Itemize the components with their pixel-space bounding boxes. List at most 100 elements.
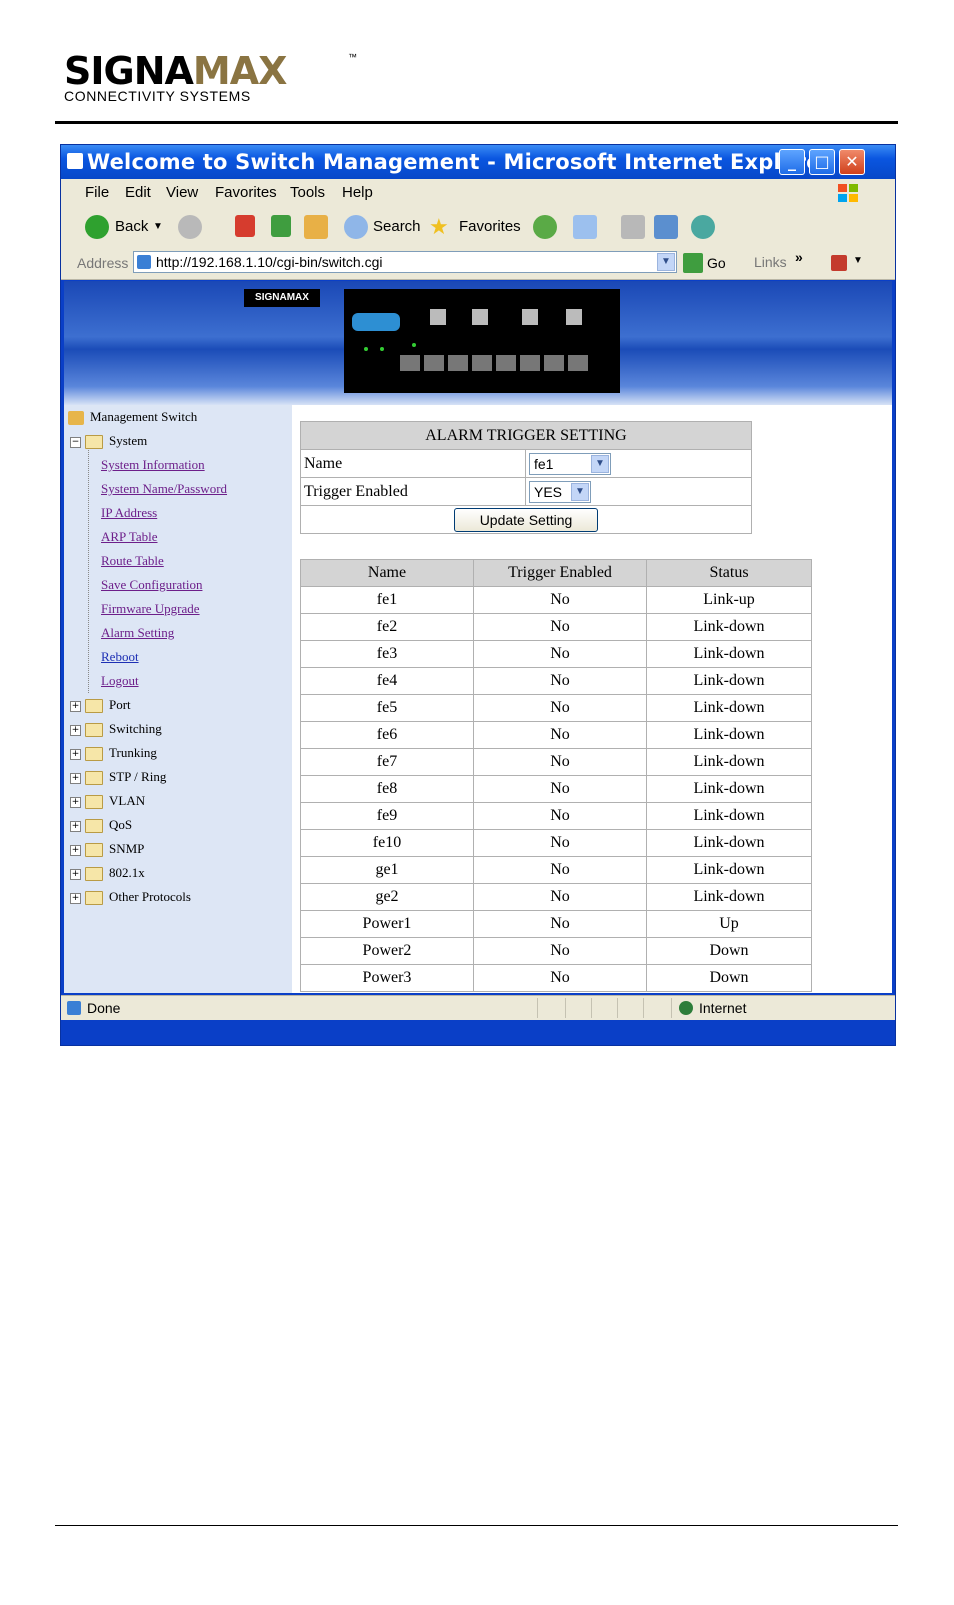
nav-route-table[interactable]: Route Table xyxy=(101,551,164,571)
nav-system-information[interactable]: System Information xyxy=(101,455,205,475)
tree-folder-snmp[interactable]: + SNMP xyxy=(70,839,144,859)
favorites-star-icon[interactable]: ★ xyxy=(429,215,449,239)
navigation-tree: Management Switch − System System Informa… xyxy=(64,405,292,993)
tree-folder-port[interactable]: + Port xyxy=(70,695,131,715)
expand-icon[interactable]: + xyxy=(70,844,81,856)
name-select[interactable]: fe1 ▼ xyxy=(529,452,611,475)
cell-status: Link-down xyxy=(646,640,812,668)
nav-arp-table[interactable]: ARP Table xyxy=(101,527,158,547)
cell-name: ge2 xyxy=(300,883,474,911)
cell-name: fe2 xyxy=(300,613,474,641)
nav-system-name-password[interactable]: System Name/Password xyxy=(101,479,227,499)
switch-banner: SIGNAMAX xyxy=(64,281,892,405)
expand-icon[interactable]: + xyxy=(70,772,81,784)
cell-status: Link-down xyxy=(646,667,812,695)
print-icon[interactable] xyxy=(621,215,645,239)
nav-logout[interactable]: Logout xyxy=(101,671,139,691)
table-row: ge1 No Link-down xyxy=(300,856,812,884)
browser-window: Welcome to Switch Management - Microsoft… xyxy=(60,144,896,1046)
alarm-form-title: ALARM TRIGGER SETTING xyxy=(300,421,752,450)
favorites-button-label[interactable]: Favorites xyxy=(459,215,521,239)
history-icon[interactable] xyxy=(533,215,557,239)
collapse-icon[interactable]: − xyxy=(70,436,81,448)
search-button-label[interactable]: Search xyxy=(373,215,421,239)
back-dropdown-icon[interactable]: ▼ xyxy=(153,215,163,239)
table-row: fe1 No Link-up xyxy=(300,586,812,614)
cell-name: Power3 xyxy=(300,964,474,992)
address-url[interactable]: http://192.168.1.10/cgi-bin/switch.cgi xyxy=(156,254,382,270)
status-divider xyxy=(537,998,538,1018)
messenger-icon[interactable] xyxy=(691,215,715,239)
address-dropdown-icon[interactable]: ▼ xyxy=(657,253,675,271)
expand-icon[interactable]: + xyxy=(70,724,81,736)
nav-alarm-setting[interactable]: Alarm Setting xyxy=(101,623,174,643)
cell-name: fe7 xyxy=(300,748,474,776)
folder-icon xyxy=(85,747,103,762)
expand-icon[interactable]: + xyxy=(70,748,81,760)
cell-status: Link-down xyxy=(646,694,812,722)
status-divider xyxy=(591,998,592,1018)
chevron-down-icon[interactable]: ▼ xyxy=(571,482,589,501)
menu-favorites[interactable]: Favorites xyxy=(215,184,277,201)
go-arrow-icon[interactable] xyxy=(683,253,703,273)
tree-root[interactable]: Management Switch xyxy=(68,407,197,427)
menu-edit[interactable]: Edit xyxy=(125,184,151,201)
title-bar[interactable]: Welcome to Switch Management - Microsoft… xyxy=(61,145,895,179)
maximize-button[interactable]: □ xyxy=(809,149,835,175)
trigger-enabled-select[interactable]: YES ▼ xyxy=(529,480,591,503)
menu-tools[interactable]: Tools xyxy=(290,184,325,201)
nav-firmware-upgrade[interactable]: Firmware Upgrade xyxy=(101,599,200,619)
tree-folder-qos[interactable]: + QoS xyxy=(70,815,132,835)
window-title: Welcome to Switch Management - Microsoft… xyxy=(87,150,832,174)
refresh-icon[interactable] xyxy=(271,215,291,237)
tree-folder-label: Port xyxy=(109,697,131,712)
chevron-down-icon[interactable]: ▼ xyxy=(591,454,609,473)
address-input[interactable]: http://192.168.1.10/cgi-bin/switch.cgi ▼ xyxy=(133,251,677,273)
cell-status: Down xyxy=(646,964,812,992)
update-cell: Update Setting xyxy=(300,505,752,534)
search-icon[interactable] xyxy=(344,215,368,239)
mail-icon[interactable] xyxy=(573,215,597,239)
nav-reboot[interactable]: Reboot xyxy=(101,647,139,667)
cell-status: Link-down xyxy=(646,802,812,830)
tree-folder-switching[interactable]: + Switching xyxy=(70,719,162,739)
links-chevron-icon[interactable]: » xyxy=(795,249,803,265)
home-icon[interactable] xyxy=(304,215,328,239)
menu-view[interactable]: View xyxy=(166,184,198,201)
table-row: fe7 No Link-down xyxy=(300,748,812,776)
translate-icon[interactable] xyxy=(831,255,847,271)
expand-icon[interactable]: + xyxy=(70,796,81,808)
close-button[interactable]: ✕ xyxy=(839,149,865,175)
tree-folder-8021x[interactable]: +802.1x xyxy=(70,863,145,883)
back-button-label[interactable]: Back xyxy=(115,215,148,239)
expand-icon[interactable]: + xyxy=(70,820,81,832)
update-setting-button[interactable]: Update Setting xyxy=(454,507,598,532)
tree-folder-trunking[interactable]: + Trunking xyxy=(70,743,157,763)
tree-folder-system[interactable]: − System xyxy=(70,431,147,451)
stop-icon[interactable] xyxy=(235,215,255,237)
cell-status: Link-down xyxy=(646,829,812,857)
translate-dropdown-icon[interactable]: ▼ xyxy=(853,255,863,266)
menu-file[interactable]: File xyxy=(85,184,109,201)
nav-save-configuration[interactable]: Save Configuration xyxy=(101,575,202,595)
minimize-button[interactable]: _ xyxy=(779,149,805,175)
links-label[interactable]: Links xyxy=(754,254,787,270)
folder-icon xyxy=(85,699,103,714)
table-row: fe2 No Link-down xyxy=(300,613,812,641)
expand-icon[interactable]: + xyxy=(70,892,81,904)
go-button[interactable]: Go xyxy=(707,255,726,271)
expand-icon[interactable]: + xyxy=(70,700,81,712)
expand-icon[interactable]: + xyxy=(70,868,81,880)
tree-folder-other-protocols[interactable]: + Other Protocols xyxy=(70,887,191,907)
forward-arrow-icon[interactable] xyxy=(178,215,202,239)
menu-help[interactable]: Help xyxy=(342,184,373,201)
tree-folder-stp-ring[interactable]: + STP / Ring xyxy=(70,767,166,787)
edit-icon[interactable] xyxy=(654,215,678,239)
footer-rule xyxy=(55,1525,898,1526)
alarm-trigger-form: ALARM TRIGGER SETTING Name fe1 ▼ Trigger … xyxy=(300,421,752,534)
cell-status: Link-down xyxy=(646,775,812,803)
nav-ip-address[interactable]: IP Address xyxy=(101,503,157,523)
back-arrow-icon[interactable] xyxy=(85,215,109,239)
cell-name: fe6 xyxy=(300,721,474,749)
tree-folder-vlan[interactable]: + VLAN xyxy=(70,791,145,811)
